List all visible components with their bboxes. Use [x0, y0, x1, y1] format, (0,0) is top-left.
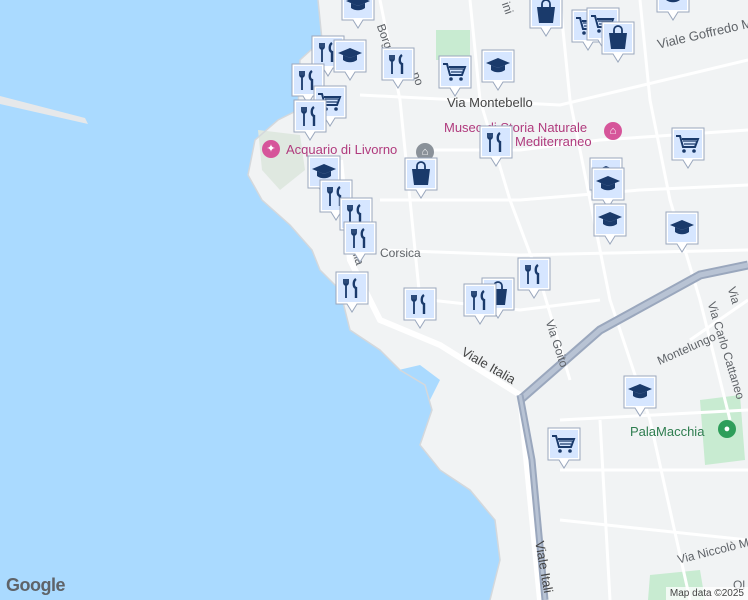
street-label-corsica: Corsica — [380, 246, 421, 260]
school-marker[interactable] — [622, 374, 658, 418]
museum-icon[interactable]: ⌂ — [604, 122, 622, 140]
cart-marker[interactable] — [670, 126, 706, 170]
street-label-via-montebello: Via Montebello — [447, 95, 533, 110]
school-marker[interactable] — [664, 210, 700, 254]
cart-marker[interactable] — [546, 426, 582, 470]
map-canvas[interactable]: Viale Goffredo M Via Montebello Borgo po… — [0, 0, 748, 600]
restaurant-marker[interactable] — [380, 46, 416, 90]
restaurant-marker[interactable] — [342, 220, 378, 264]
shopping-marker[interactable] — [528, 0, 564, 38]
restaurant-marker[interactable] — [462, 282, 498, 326]
aquarium-icon[interactable]: ✦ — [262, 140, 280, 158]
cart-marker[interactable] — [437, 54, 473, 98]
shopping-marker[interactable] — [600, 20, 636, 64]
school-marker[interactable] — [340, 0, 376, 30]
poi-palamacchia-label[interactable]: PalaMacchia — [630, 424, 704, 439]
school-marker[interactable] — [592, 202, 628, 246]
map-data-attribution[interactable]: Map data ©2025 — [665, 587, 748, 600]
restaurant-marker[interactable] — [516, 256, 552, 300]
restaurant-marker[interactable] — [478, 124, 514, 168]
shopping-marker[interactable] — [403, 156, 439, 200]
school-marker[interactable] — [480, 48, 516, 92]
restaurant-marker[interactable] — [402, 286, 438, 330]
map-base — [0, 0, 748, 600]
poi-museo-label-line1[interactable]: Museo di Storia Naturale — [444, 120, 587, 135]
restaurant-marker[interactable] — [334, 270, 370, 314]
stadium-icon[interactable]: ● — [718, 420, 736, 438]
poi-museo-label-line2[interactable]: Mediterraneo — [515, 134, 592, 149]
school-marker[interactable] — [655, 0, 691, 22]
school-marker[interactable] — [332, 38, 368, 82]
restaurant-marker[interactable] — [292, 98, 328, 142]
google-logo: Google — [6, 575, 66, 595]
